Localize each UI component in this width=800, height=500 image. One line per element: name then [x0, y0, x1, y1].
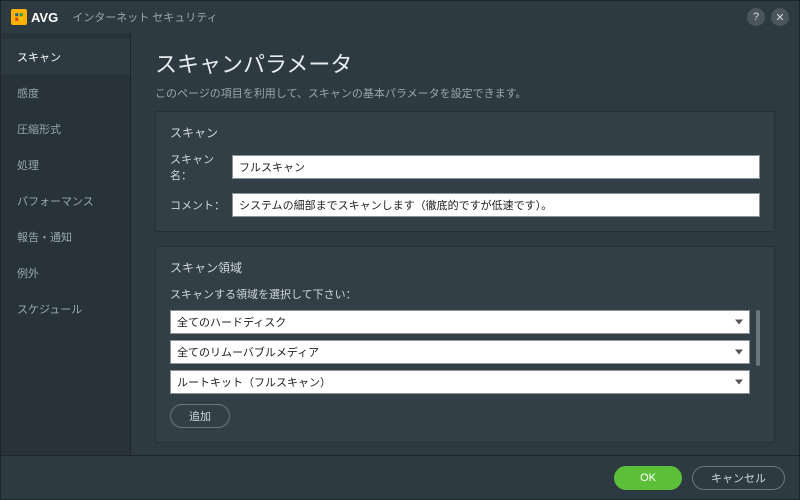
footer: OK キャンセル [1, 455, 799, 499]
brand-text: AVG [31, 10, 58, 25]
sidebar-item-scan[interactable]: スキャン [1, 39, 130, 75]
scan-area-dropdown[interactable]: 全てのリムーバブルメディア [170, 340, 750, 364]
chevron-down-icon [735, 320, 743, 325]
product-name: インターネット セキュリティ [72, 9, 217, 25]
add-button-label: 追加 [189, 408, 211, 424]
scan-area-list-wrap: 全てのハードディスク 全てのリムーバブルメディア ルートキット（フルスキャン） [170, 310, 760, 394]
scan-area-dropdown[interactable]: 全てのハードディスク [170, 310, 750, 334]
cancel-button-label: キャンセル [711, 473, 766, 485]
sidebar-item-packers[interactable]: 圧縮形式 [1, 111, 130, 147]
sidebar-item-label: スケジュール [17, 304, 82, 316]
main-content: スキャンパラメータ このページの項目を利用して、スキャンの基本パラメータを設定で… [131, 33, 799, 455]
sidebar-item-exclusions[interactable]: 例外 [1, 255, 130, 291]
body: スキャン 感度 圧縮形式 処理 パフォーマンス 報告・通知 例外 スケジュール … [1, 33, 799, 455]
sidebar-item-label: 感度 [17, 88, 39, 100]
scan-area-list: 全てのハードディスク 全てのリムーバブルメディア ルートキット（フルスキャン） [170, 310, 760, 394]
ok-button[interactable]: OK [614, 466, 682, 490]
scan-comment-label: コメント： [170, 197, 232, 213]
scan-name-input[interactable] [232, 155, 760, 179]
cancel-button[interactable]: キャンセル [692, 466, 785, 490]
sidebar-item-label: 例外 [17, 268, 39, 280]
scan-panel-title: スキャン [170, 124, 760, 141]
page-description: このページの項目を利用して、スキャンの基本パラメータを設定できます。 [155, 85, 775, 101]
sidebar-item-label: パフォーマンス [17, 196, 94, 208]
sidebar-item-schedule[interactable]: スケジュール [1, 291, 130, 327]
chevron-down-icon [735, 350, 743, 355]
scan-name-label: スキャン名： [170, 151, 232, 183]
scan-comment-row: コメント： [170, 193, 760, 217]
help-button[interactable]: ? [747, 8, 765, 26]
page-title: スキャンパラメータ [155, 47, 775, 79]
scan-area-desc: スキャンする領域を選択して下さい： [170, 286, 760, 302]
chevron-down-icon [735, 380, 743, 385]
ok-button-label: OK [640, 472, 656, 484]
scan-name-row: スキャン名： [170, 151, 760, 183]
sidebar-item-performance[interactable]: パフォーマンス [1, 183, 130, 219]
scan-area-dropdown[interactable]: ルートキット（フルスキャン） [170, 370, 750, 394]
sidebar-item-label: スキャン [17, 52, 61, 64]
scan-panel: スキャン スキャン名： コメント： [155, 111, 775, 232]
sidebar-item-sensitivity[interactable]: 感度 [1, 75, 130, 111]
sidebar-item-label: 処理 [17, 160, 39, 172]
sidebar: スキャン 感度 圧縮形式 処理 パフォーマンス 報告・通知 例外 スケジュール [1, 33, 131, 455]
scan-area-panel-title: スキャン領域 [170, 259, 760, 276]
dropdown-value: 全てのリムーバブルメディア [177, 344, 319, 360]
sidebar-item-label: 報告・通知 [17, 232, 72, 244]
dropdown-value: 全てのハードディスク [177, 314, 286, 330]
add-area-button[interactable]: 追加 [170, 404, 230, 428]
dropdown-value: ルートキット（フルスキャン） [177, 374, 331, 390]
brand-logo: AVG [11, 9, 58, 25]
app-window: AVG インターネット セキュリティ ? ✕ スキャン 感度 圧縮形式 処理 パ… [0, 0, 800, 500]
scrollbar-thumb[interactable] [756, 310, 760, 366]
sidebar-item-report[interactable]: 報告・通知 [1, 219, 130, 255]
scan-comment-input[interactable] [232, 193, 760, 217]
close-button[interactable]: ✕ [771, 8, 789, 26]
sidebar-item-actions[interactable]: 処理 [1, 147, 130, 183]
scan-area-panel: スキャン領域 スキャンする領域を選択して下さい： 全てのハードディスク 全てのリ… [155, 246, 775, 443]
sidebar-item-label: 圧縮形式 [17, 124, 61, 136]
avg-badge-icon [11, 9, 27, 25]
titlebar: AVG インターネット セキュリティ ? ✕ [1, 1, 799, 33]
